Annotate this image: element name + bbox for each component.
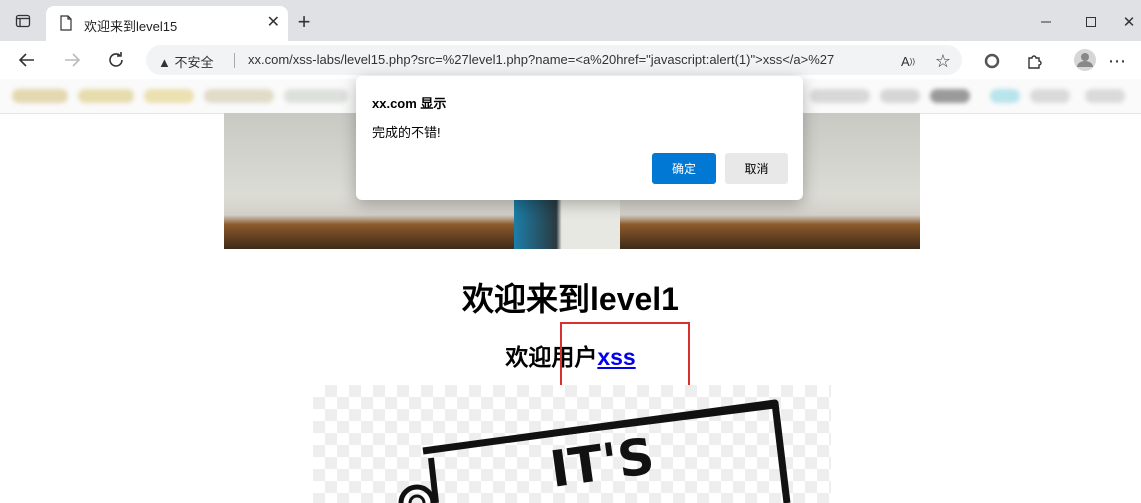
bookmark-item[interactable] [144, 89, 194, 103]
bookmark-item[interactable] [880, 89, 920, 103]
address-divider [234, 53, 235, 68]
refresh-icon[interactable] [105, 49, 127, 71]
new-tab-icon[interactable]: + [294, 9, 314, 34]
more-icon[interactable]: ⋯ [1106, 50, 1128, 72]
cartoon-drawing: IT'S [398, 399, 791, 503]
security-indicator[interactable]: ▲ 不安全 [158, 52, 214, 71]
favorites-icon[interactable]: ☆ [932, 50, 954, 72]
ok-button[interactable]: 确定 [652, 153, 716, 184]
minimize-icon[interactable] [1036, 12, 1056, 32]
bookmark-item[interactable] [204, 89, 274, 103]
bookmark-item[interactable] [930, 89, 970, 103]
url-text[interactable]: xx.com/xss-labs/level15.php?src=%27level… [248, 52, 834, 67]
read-aloud-icon[interactable]: A)) [897, 51, 919, 71]
bookmark-item[interactable] [990, 89, 1020, 103]
dialog-message: 完成的不错! [372, 125, 441, 140]
address-bar[interactable]: ▲ 不安全 xx.com/xss-labs/level15.php?src=%2… [146, 45, 962, 75]
collections-icon[interactable] [981, 50, 1003, 72]
svg-text:IT'S: IT'S [547, 427, 658, 499]
banner-door [514, 199, 620, 249]
bookmark-item[interactable] [810, 89, 870, 103]
security-label: 不安全 [174, 55, 214, 70]
bookmark-item[interactable] [78, 89, 134, 103]
tab-title: 欢迎来到level15 [84, 19, 178, 34]
forward-icon[interactable] [61, 49, 83, 71]
tab-actions-icon[interactable] [14, 12, 32, 30]
warning-icon: ▲ [158, 55, 171, 70]
its-cartoon-image: IT'S [313, 385, 831, 503]
extensions-icon[interactable] [1024, 50, 1046, 72]
bookmark-item[interactable] [1030, 89, 1070, 103]
window-close-icon[interactable]: ✕ [1119, 12, 1139, 32]
close-icon[interactable]: ✕ [267, 12, 280, 32]
page-icon [58, 15, 74, 31]
profile-icon[interactable] [1073, 48, 1097, 72]
bookmark-item[interactable] [284, 89, 348, 103]
alert-dialog: xx.com 显示 完成的不错! 确定 取消 [356, 76, 803, 200]
back-icon[interactable] [16, 49, 38, 71]
dialog-title: xx.com 显示 [372, 96, 447, 111]
browser-tab[interactable]: 欢迎来到level15 ✕ [46, 6, 288, 41]
browser-toolbar: ▲ 不安全 xx.com/xss-labs/level15.php?src=%2… [0, 41, 1141, 79]
maximize-icon[interactable] [1081, 12, 1101, 32]
browser-titlebar: 欢迎来到level15 ✕ + ✕ [0, 0, 1141, 41]
bookmark-item[interactable] [1085, 89, 1125, 103]
cancel-button[interactable]: 取消 [725, 153, 788, 184]
page-title: 欢迎来到level1 [462, 281, 679, 317]
bookmark-item[interactable] [12, 89, 68, 103]
